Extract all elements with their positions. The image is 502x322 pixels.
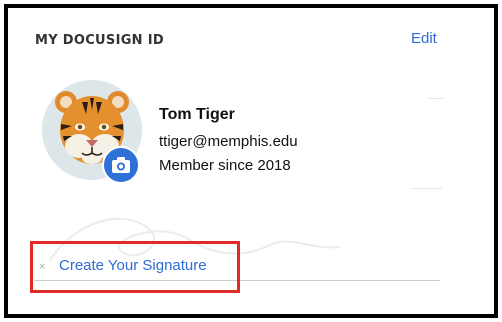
- profile-email: ttiger@memphis.edu: [159, 133, 298, 150]
- member-since: Member since 2018: [159, 157, 291, 174]
- change-photo-button[interactable]: [102, 146, 140, 184]
- divider: [412, 188, 442, 189]
- highlight-box: [30, 241, 240, 293]
- profile-name: Tom Tiger: [159, 106, 235, 123]
- divider: [428, 98, 444, 99]
- card-title: MY DOCUSIGN ID: [35, 33, 164, 48]
- edit-link[interactable]: Edit: [411, 30, 437, 47]
- camera-icon: [112, 157, 130, 173]
